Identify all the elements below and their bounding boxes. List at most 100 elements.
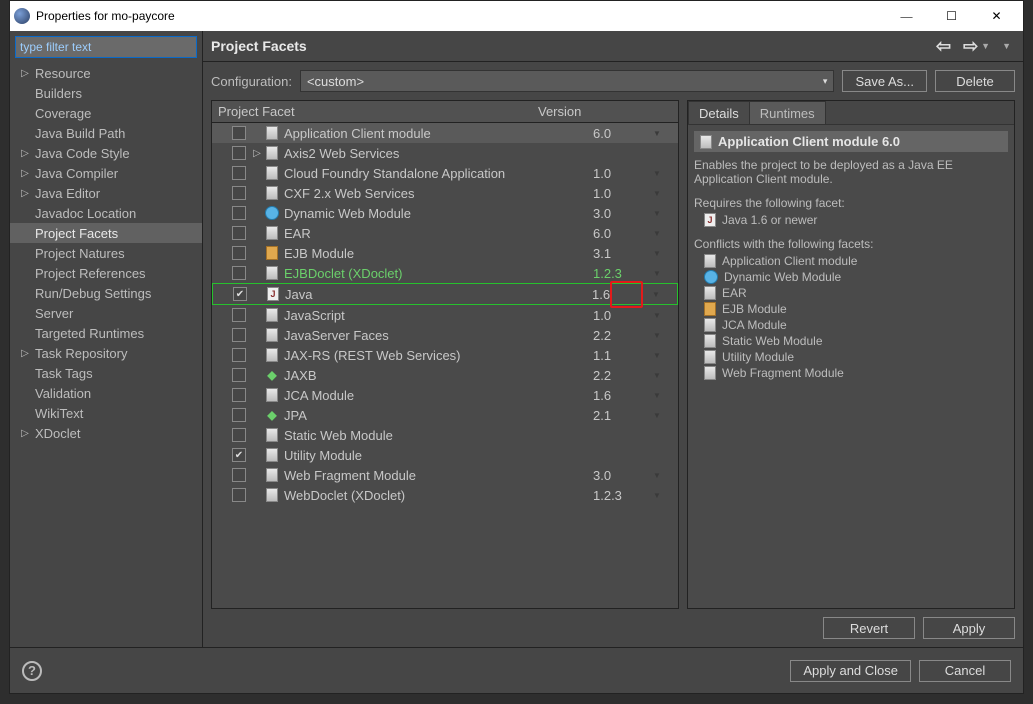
- delete-button[interactable]: Delete: [935, 70, 1015, 92]
- save-as-button[interactable]: Save As...: [842, 70, 927, 92]
- sidebar-item-validation[interactable]: Validation: [10, 383, 202, 403]
- close-button[interactable]: ✕: [974, 1, 1019, 31]
- table-row[interactable]: Application Client module6.0▼: [212, 123, 678, 143]
- sidebar-item-project-natures[interactable]: Project Natures: [10, 243, 202, 263]
- menu-dropdown-icon[interactable]: ▼: [1002, 41, 1011, 51]
- table-row[interactable]: ▷Axis2 Web Services: [212, 143, 678, 163]
- maximize-button[interactable]: ☐: [929, 1, 974, 31]
- filter-input[interactable]: [15, 36, 197, 58]
- facet-version: 6.0: [593, 126, 653, 141]
- col-project-facet[interactable]: Project Facet: [212, 101, 532, 122]
- version-dropdown-icon[interactable]: ▼: [653, 351, 678, 360]
- file-icon: [266, 308, 278, 322]
- version-dropdown-icon[interactable]: ▼: [653, 269, 678, 278]
- table-row[interactable]: JAX-RS (REST Web Services)1.1▼: [212, 345, 678, 365]
- sidebar-item-wikitext[interactable]: WikiText: [10, 403, 202, 423]
- minimize-button[interactable]: —: [884, 1, 929, 31]
- history-dropdown-icon[interactable]: ▼: [981, 41, 990, 51]
- tab-runtimes[interactable]: Runtimes: [749, 101, 826, 124]
- table-row[interactable]: Web Fragment Module3.0▼: [212, 465, 678, 485]
- sidebar-item-coverage[interactable]: Coverage: [10, 103, 202, 123]
- sidebar-item-java-compiler[interactable]: ▷Java Compiler: [10, 163, 202, 183]
- version-dropdown-icon[interactable]: ▼: [653, 169, 678, 178]
- version-dropdown-icon[interactable]: ▼: [653, 189, 678, 198]
- table-row[interactable]: JavaScript1.0▼: [212, 305, 678, 325]
- facet-checkbox[interactable]: [232, 388, 246, 402]
- facet-checkbox[interactable]: [232, 226, 246, 240]
- tab-details[interactable]: Details: [688, 101, 750, 124]
- table-row[interactable]: ◆JPA2.1▼: [212, 405, 678, 425]
- version-dropdown-icon[interactable]: ▼: [653, 209, 678, 218]
- facet-checkbox[interactable]: [232, 206, 246, 220]
- revert-button[interactable]: Revert: [823, 617, 915, 639]
- table-row[interactable]: JavaServer Faces2.2▼: [212, 325, 678, 345]
- table-row[interactable]: EJB Module3.1▼: [212, 243, 678, 263]
- col-version[interactable]: Version: [532, 101, 678, 122]
- facet-checkbox[interactable]: [232, 348, 246, 362]
- version-dropdown-icon[interactable]: ▼: [653, 371, 678, 380]
- table-row[interactable]: ✔JJava1.6▼: [212, 283, 678, 305]
- forward-arrow-icon[interactable]: ⇨: [963, 36, 978, 57]
- table-row[interactable]: Cloud Foundry Standalone Application1.0▼: [212, 163, 678, 183]
- table-row[interactable]: Static Web Module: [212, 425, 678, 445]
- version-dropdown-icon[interactable]: ▼: [653, 471, 678, 480]
- apply-and-close-button[interactable]: Apply and Close: [790, 660, 911, 682]
- facet-checkbox[interactable]: [232, 308, 246, 322]
- sidebar-item-project-references[interactable]: Project References: [10, 263, 202, 283]
- apply-button[interactable]: Apply: [923, 617, 1015, 639]
- facet-checkbox[interactable]: [232, 246, 246, 260]
- file-icon: [704, 366, 716, 380]
- sidebar-item-javadoc-location[interactable]: Javadoc Location: [10, 203, 202, 223]
- table-row[interactable]: JCA Module1.6▼: [212, 385, 678, 405]
- version-dropdown-icon[interactable]: ▼: [653, 491, 678, 500]
- facet-version: 1.0: [593, 186, 653, 201]
- sidebar-item-targeted-runtimes[interactable]: Targeted Runtimes: [10, 323, 202, 343]
- table-row[interactable]: EJBDoclet (XDoclet)1.2.3▼: [212, 263, 678, 283]
- facet-checkbox[interactable]: ✔: [233, 287, 247, 301]
- facet-checkbox[interactable]: [232, 488, 246, 502]
- table-row[interactable]: ◆JAXB2.2▼: [212, 365, 678, 385]
- facet-checkbox[interactable]: [232, 186, 246, 200]
- version-dropdown-icon[interactable]: ▼: [653, 249, 678, 258]
- sidebar-item-resource[interactable]: ▷Resource: [10, 63, 202, 83]
- facet-checkbox[interactable]: [232, 408, 246, 422]
- sidebar-item-java-editor[interactable]: ▷Java Editor: [10, 183, 202, 203]
- sidebar-item-project-facets[interactable]: Project Facets: [10, 223, 202, 243]
- back-arrow-icon[interactable]: ⇦: [936, 36, 951, 57]
- table-row[interactable]: CXF 2.x Web Services1.0▼: [212, 183, 678, 203]
- version-dropdown-icon[interactable]: ▼: [653, 411, 678, 420]
- facet-version: 6.0: [593, 226, 653, 241]
- version-dropdown-icon[interactable]: ▼: [653, 331, 678, 340]
- sidebar-item-label: Java Editor: [32, 186, 202, 201]
- version-dropdown-icon[interactable]: ▼: [653, 229, 678, 238]
- version-dropdown-icon[interactable]: ▼: [653, 391, 678, 400]
- table-row[interactable]: Dynamic Web Module3.0▼: [212, 203, 678, 223]
- facet-checkbox[interactable]: [232, 428, 246, 442]
- cancel-button[interactable]: Cancel: [919, 660, 1011, 682]
- sidebar-item-java-build-path[interactable]: Java Build Path: [10, 123, 202, 143]
- version-dropdown-icon[interactable]: ▼: [652, 290, 677, 299]
- facet-checkbox[interactable]: [232, 166, 246, 180]
- help-icon[interactable]: ?: [22, 661, 42, 681]
- sidebar-item-xdoclet[interactable]: ▷XDoclet: [10, 423, 202, 443]
- facet-checkbox[interactable]: [232, 266, 246, 280]
- table-row[interactable]: EAR6.0▼: [212, 223, 678, 243]
- facet-checkbox[interactable]: [232, 368, 246, 382]
- facet-checkbox[interactable]: [232, 328, 246, 342]
- facet-checkbox[interactable]: [232, 126, 246, 140]
- version-dropdown-icon[interactable]: ▼: [653, 129, 678, 138]
- table-row[interactable]: ✔Utility Module: [212, 445, 678, 465]
- version-dropdown-icon[interactable]: ▼: [653, 311, 678, 320]
- sidebar-item-task-tags[interactable]: Task Tags: [10, 363, 202, 383]
- facet-checkbox[interactable]: [232, 468, 246, 482]
- facet-checkbox[interactable]: [232, 146, 246, 160]
- facet-name: EJB Module: [280, 246, 593, 261]
- sidebar-item-java-code-style[interactable]: ▷Java Code Style: [10, 143, 202, 163]
- sidebar-item-task-repository[interactable]: ▷Task Repository: [10, 343, 202, 363]
- table-row[interactable]: WebDoclet (XDoclet)1.2.3▼: [212, 485, 678, 505]
- sidebar-item-server[interactable]: Server: [10, 303, 202, 323]
- configuration-combo[interactable]: <custom> ▾: [300, 70, 835, 92]
- facet-checkbox[interactable]: ✔: [232, 448, 246, 462]
- sidebar-item-run-debug-settings[interactable]: Run/Debug Settings: [10, 283, 202, 303]
- sidebar-item-builders[interactable]: Builders: [10, 83, 202, 103]
